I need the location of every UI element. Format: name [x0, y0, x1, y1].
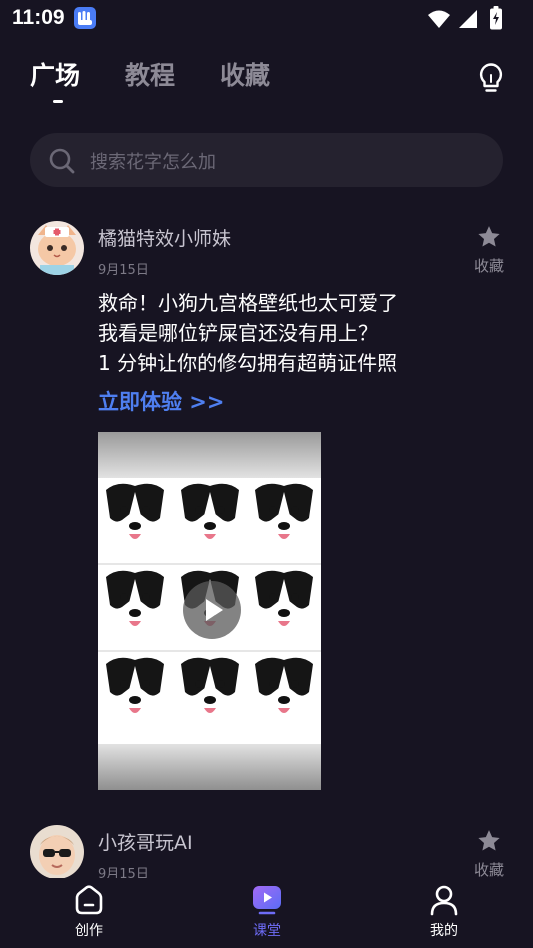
nav-label: 课堂	[253, 923, 281, 939]
try-now-link[interactable]: 立即体验 >>	[98, 386, 225, 416]
favorite-label: 收藏	[473, 861, 504, 879]
favorite-button[interactable]: 收藏	[468, 828, 510, 880]
profile-icon	[430, 885, 458, 916]
video-play-icon	[253, 886, 281, 915]
search-bar[interactable]: 搜索花字怎么加	[30, 133, 503, 187]
bottom-nav: 创作 课堂 我的	[0, 878, 533, 948]
search-input[interactable]: 搜索花字怎么加	[90, 148, 216, 174]
star-icon	[478, 226, 500, 247]
app-screen: 11:09 广场 教程 收藏 搜索花字怎么加 橘猫特效小师妹 9月15日 收藏 …	[0, 0, 533, 948]
post-text-line: 我看是哪位铲屎官还没有用上？	[98, 321, 378, 345]
active-tab-indicator	[53, 100, 63, 103]
nav-create[interactable]: 创作	[59, 884, 119, 940]
nav-label: 我的	[430, 923, 458, 939]
tab-favorites[interactable]: 收藏	[220, 56, 270, 92]
status-icons	[427, 6, 519, 30]
favorite-button[interactable]: 收藏	[468, 224, 510, 276]
post-author[interactable]: 小孩哥玩AI	[98, 828, 193, 855]
post-author[interactable]: 橘猫特效小师妹	[98, 224, 231, 251]
play-button[interactable]	[183, 581, 241, 639]
nav-label: 创作	[75, 923, 103, 939]
nav-classroom[interactable]: 课堂	[237, 884, 297, 940]
lightbulb-icon[interactable]	[477, 62, 505, 94]
favorite-label: 收藏	[473, 257, 504, 275]
cellular-signal-icon	[459, 10, 477, 28]
wifi-icon	[428, 10, 450, 28]
tab-tutorials[interactable]: 教程	[125, 56, 175, 92]
status-bar: 11:09	[0, 0, 533, 38]
avatar[interactable]	[30, 825, 84, 879]
post-text: 救命！小狗九宫格壁纸也太可爱了 我看是哪位铲屎官还没有用上？ 1 分钟让你的修勾…	[98, 288, 518, 378]
post-text-line: 1 分钟让你的修勾拥有超萌证件照	[98, 351, 398, 375]
nav-profile[interactable]: 我的	[414, 884, 474, 940]
star-icon	[478, 830, 500, 851]
tab-plaza[interactable]: 广场	[30, 56, 80, 92]
avatar[interactable]	[30, 221, 84, 275]
post-text-line: 救命！小狗九宫格壁纸也太可爱了	[98, 291, 398, 315]
post-date: 9月15日	[98, 263, 149, 278]
battery-charging-icon	[490, 6, 502, 30]
app-notification-icon	[74, 7, 96, 29]
play-icon	[206, 599, 223, 621]
status-time: 11:09	[12, 6, 65, 29]
search-icon	[49, 148, 75, 174]
home-icon	[75, 885, 103, 915]
